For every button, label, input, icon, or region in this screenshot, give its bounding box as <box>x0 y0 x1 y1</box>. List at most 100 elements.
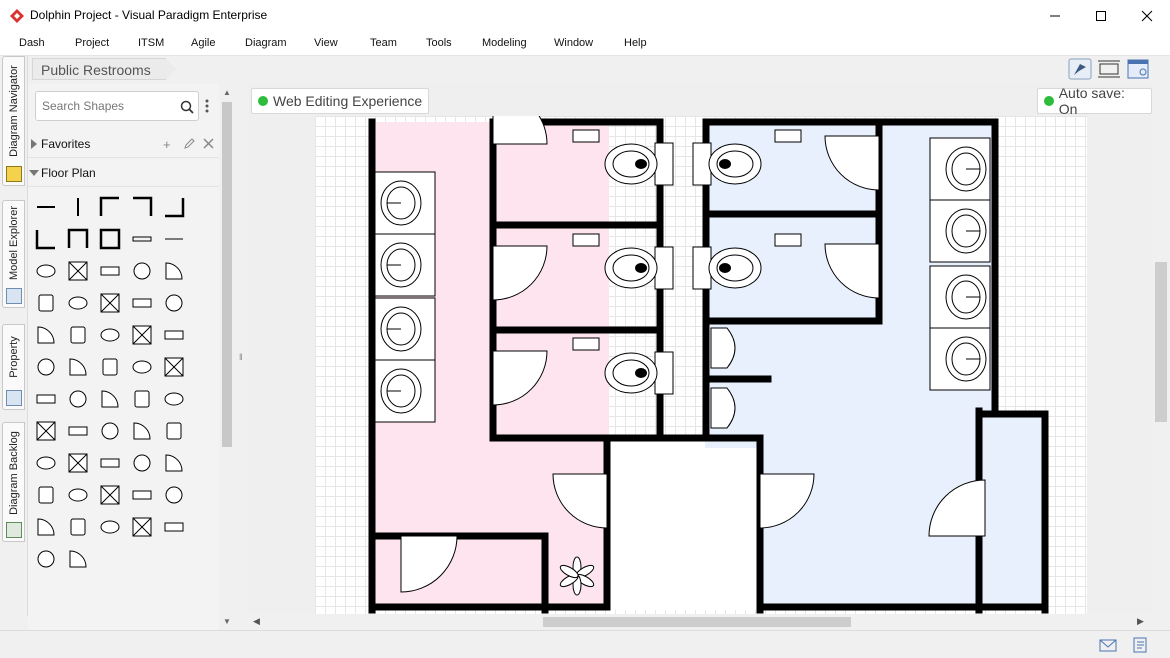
diagram-canvas[interactable]: Web Editing Experience Auto save: On <box>247 84 1152 614</box>
floor-plan-shape[interactable] <box>65 354 91 380</box>
floor-plan-shape[interactable] <box>129 322 155 348</box>
floor-plan-shape[interactable] <box>129 354 155 380</box>
floor-plan-shape[interactable] <box>129 386 155 412</box>
menu-window[interactable]: Window <box>554 37 593 49</box>
floor-plan-shape[interactable] <box>129 226 155 252</box>
floor-plan-shape[interactable] <box>97 226 123 252</box>
floor-plan-shape[interactable] <box>33 418 59 444</box>
tab-property[interactable]: Property <box>2 324 25 410</box>
menu-itsm[interactable]: ITSM <box>138 37 164 49</box>
floor-plan-shape[interactable] <box>161 418 187 444</box>
canvas-vertical-scrollbar[interactable] <box>1152 84 1170 614</box>
floor-plan-shape[interactable] <box>161 482 187 508</box>
floor-plan-shape[interactable] <box>129 290 155 316</box>
floor-plan-shape[interactable] <box>161 290 187 316</box>
scroll-right-icon[interactable]: ▶ <box>1137 616 1144 627</box>
menu-diagram[interactable]: Diagram <box>245 37 287 49</box>
floor-plan-shape[interactable] <box>161 354 187 380</box>
floor-plan-shape[interactable] <box>97 322 123 348</box>
floor-plan-shape[interactable] <box>97 418 123 444</box>
floor-plan-shape[interactable] <box>33 226 59 252</box>
floor-plan-shape[interactable] <box>161 258 187 284</box>
mail-icon[interactable] <box>1099 637 1117 653</box>
floor-plan-shape[interactable] <box>65 290 91 316</box>
scroll-left-icon[interactable]: ◀ <box>253 616 260 627</box>
floor-plan-shape[interactable] <box>97 354 123 380</box>
maximize-button[interactable] <box>1078 0 1124 32</box>
floor-plan-shape[interactable] <box>161 514 187 540</box>
menu-view[interactable]: View <box>314 37 338 49</box>
menu-modeling[interactable]: Modeling <box>482 37 527 49</box>
floor-plan-shape[interactable] <box>129 194 155 220</box>
scroll-up-icon[interactable]: ▲ <box>223 88 231 97</box>
floor-plan-shape[interactable] <box>65 386 91 412</box>
more-options-icon[interactable] <box>204 98 210 114</box>
section-floor-plan[interactable]: Floor Plan <box>28 159 218 187</box>
floor-plan-shape[interactable] <box>33 322 59 348</box>
floor-plan-shape[interactable] <box>97 258 123 284</box>
palette-scroll-thumb[interactable] <box>222 102 232 447</box>
floor-plan-shape[interactable] <box>65 418 91 444</box>
floor-plan-shape[interactable] <box>161 226 187 252</box>
search-icon[interactable] <box>180 100 194 114</box>
floor-plan-shape[interactable] <box>161 194 187 220</box>
remove-icon[interactable] <box>203 138 214 149</box>
floor-plan-shape[interactable] <box>33 546 59 572</box>
web-editing-badge[interactable]: Web Editing Experience <box>251 88 430 114</box>
floor-plan-shape[interactable] <box>129 482 155 508</box>
tab-diagram-navigator[interactable]: Diagram Navigator <box>2 56 25 186</box>
palette-scrollbar[interactable]: ▲ ▼ <box>219 84 235 630</box>
menu-agile[interactable]: Agile <box>191 37 215 49</box>
floor-plan-shape[interactable] <box>65 450 91 476</box>
floor-plan-shape[interactable] <box>65 322 91 348</box>
tab-diagram-backlog[interactable]: Diagram Backlog <box>2 422 25 542</box>
panel-splitter[interactable]: ‖ <box>235 84 247 630</box>
restroom-floor-plan[interactable] <box>315 116 1087 614</box>
floor-plan-shape[interactable] <box>161 450 187 476</box>
menu-help[interactable]: Help <box>624 37 647 49</box>
floor-plan-shape[interactable] <box>65 514 91 540</box>
floor-plan-shape[interactable] <box>33 482 59 508</box>
floor-plan-shape[interactable] <box>129 418 155 444</box>
tab-model-explorer[interactable]: Model Explorer <box>2 200 25 308</box>
floor-plan-shape[interactable] <box>33 290 59 316</box>
menu-dash[interactable]: Dash <box>19 37 45 49</box>
floor-plan-shape[interactable] <box>97 386 123 412</box>
search-shapes-input[interactable]: Search Shapes <box>35 91 199 121</box>
floor-plan-shape[interactable] <box>161 386 187 412</box>
floor-plan-shape[interactable] <box>65 194 91 220</box>
floor-plan-shape[interactable] <box>97 194 123 220</box>
autosave-badge[interactable]: Auto save: On <box>1037 85 1152 117</box>
floor-plan-shape[interactable] <box>33 386 59 412</box>
minimize-button[interactable] <box>1032 0 1078 32</box>
section-favorites[interactable]: Favorites + <box>28 130 218 158</box>
floor-plan-shape[interactable] <box>33 514 59 540</box>
floor-plan-shape[interactable] <box>97 450 123 476</box>
floor-plan-shape[interactable] <box>129 258 155 284</box>
floor-plan-shape[interactable] <box>97 514 123 540</box>
floor-plan-shape[interactable] <box>129 514 155 540</box>
menu-project[interactable]: Project <box>75 37 109 49</box>
floor-plan-shape[interactable] <box>65 546 91 572</box>
floor-plan-shape[interactable] <box>161 322 187 348</box>
scroll-down-icon[interactable]: ▼ <box>223 617 231 626</box>
floor-plan-shape[interactable] <box>129 450 155 476</box>
floor-plan-shape[interactable] <box>97 290 123 316</box>
floor-plan-shape[interactable] <box>33 450 59 476</box>
floor-plan-shape[interactable] <box>33 354 59 380</box>
floor-plan-shape[interactable] <box>33 258 59 284</box>
close-button[interactable] <box>1124 0 1170 32</box>
menu-tools[interactable]: Tools <box>426 37 452 49</box>
floor-plan-shape[interactable] <box>65 482 91 508</box>
edit-icon[interactable] <box>183 138 195 150</box>
pin-icon[interactable] <box>1068 58 1092 80</box>
canvas-vscroll-thumb[interactable] <box>1155 262 1167 422</box>
menu-team[interactable]: Team <box>370 37 397 49</box>
floor-plan-shape[interactable] <box>65 258 91 284</box>
notes-icon[interactable] <box>1131 637 1149 653</box>
floor-plan-shape[interactable] <box>97 482 123 508</box>
diagram-overview-icon[interactable] <box>1126 58 1150 80</box>
breadcrumb-diagram[interactable]: Public Restrooms <box>32 58 176 80</box>
floor-plan-shape[interactable] <box>65 226 91 252</box>
canvas-horizontal-scrollbar[interactable]: ◀ ▶ <box>247 614 1152 630</box>
